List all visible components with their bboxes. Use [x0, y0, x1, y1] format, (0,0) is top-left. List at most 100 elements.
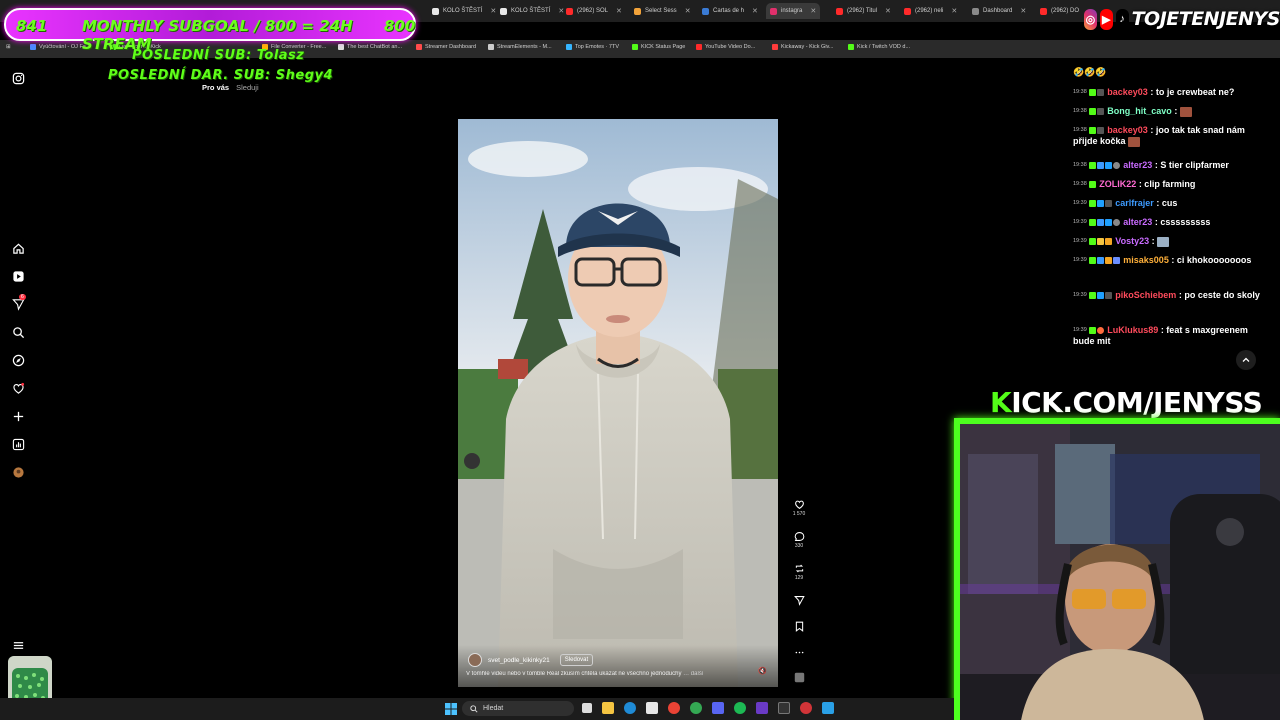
chrome-icon[interactable] — [668, 702, 680, 714]
obs-icon[interactable] — [778, 702, 790, 714]
audio-thumbnail[interactable] — [790, 672, 808, 683]
browser-tab[interactable]: (2962) DO — [1040, 3, 1079, 19]
gift-badge-icon — [1104, 219, 1112, 227]
tab-favicon — [1040, 7, 1047, 15]
browser-tab[interactable]: (2962) SOL ✕ — [566, 3, 622, 19]
edge-browser-icon[interactable] — [624, 702, 636, 714]
tab-favicon — [904, 7, 911, 15]
reel-video[interactable]: svet_podle_kikinky21 Sledovat V tomhle v… — [458, 119, 778, 687]
spotify-icon[interactable] — [734, 702, 746, 714]
bookmark-item[interactable]: KICK Status Page — [632, 44, 685, 50]
chrome-profile-icon[interactable] — [690, 702, 702, 714]
search-icon[interactable] — [11, 325, 25, 339]
reels-icon[interactable] — [11, 269, 25, 283]
apps-grid-icon[interactable]: ⊞ — [6, 44, 11, 50]
close-icon[interactable]: ✕ — [558, 7, 564, 15]
chat-username[interactable]: ZOLIK22 — [1099, 179, 1136, 189]
chat-username[interactable]: Vosty23 — [1115, 236, 1149, 246]
close-icon[interactable]: ✕ — [810, 7, 816, 15]
repost-count: 129 — [794, 575, 804, 581]
menu-hamburger-icon[interactable] — [11, 638, 25, 652]
browser-tab-active[interactable]: instagra ✕ — [766, 3, 821, 19]
dashboard-icon[interactable] — [11, 437, 25, 451]
instagram-logo-icon[interactable] — [11, 71, 25, 85]
chat-username[interactable]: backey03 — [1107, 125, 1148, 135]
chat-text: : — [1151, 236, 1155, 246]
chat-username[interactable]: LuKlukus89 — [1107, 325, 1158, 335]
discord-icon[interactable] — [712, 702, 724, 714]
bookmark-item[interactable]: Streamer Dashboard — [416, 44, 476, 50]
browser-tab[interactable]: Dashboard ✕ — [972, 3, 1026, 19]
close-icon[interactable]: ✕ — [752, 7, 758, 15]
home-icon[interactable] — [11, 241, 25, 255]
browser-tab[interactable]: Cartas de h ✕ — [702, 3, 758, 19]
bookmark-favicon — [30, 44, 36, 50]
account-avatar[interactable] — [468, 653, 482, 667]
close-icon[interactable]: ✕ — [1020, 7, 1026, 15]
close-icon[interactable]: ✕ — [685, 7, 691, 15]
bookmark-item[interactable]: YouTube Video Do... — [696, 44, 755, 50]
explore-icon[interactable] — [11, 353, 25, 367]
chat-message: 19:39 carlfrajer : cus — [1073, 198, 1268, 209]
chat-username[interactable]: alter23 — [1123, 160, 1152, 170]
more-options-button[interactable] — [790, 647, 808, 658]
comment-button[interactable]: 330 — [790, 531, 808, 549]
profile-avatar[interactable] — [11, 465, 25, 479]
mute-icon[interactable]: 🔇 — [758, 667, 767, 675]
like-button[interactable]: 1 570 — [790, 499, 808, 517]
chat-time: 19:39 — [1073, 219, 1087, 226]
browser-tab[interactable]: (2962) neli ✕ — [904, 3, 957, 19]
gift-badge-icon — [1096, 200, 1104, 208]
repost-button[interactable]: 129 — [790, 563, 808, 581]
messages-icon[interactable]: 6 — [11, 294, 26, 311]
kick-badge-icon — [1088, 292, 1096, 300]
browser-tab[interactable]: (2962) Titul ✕ — [836, 3, 891, 19]
chat-username[interactable]: backey03 — [1107, 87, 1148, 97]
bookmark-item[interactable]: StreamElements - M... — [488, 44, 552, 50]
chat-username[interactable]: pikoSchiebem — [1115, 290, 1176, 300]
account-name[interactable]: svet_podle_kikinky21 — [488, 657, 550, 664]
chat-time: 19:39 — [1073, 238, 1087, 245]
file-explorer-icon[interactable] — [602, 702, 614, 714]
tab-label: KOLO ŠTĚSTÍ — [511, 8, 551, 14]
chat-message: 19:38 alter23 : S tier clipfarmer — [1073, 160, 1268, 171]
task-view-icon[interactable] — [582, 703, 592, 713]
caption-more-link[interactable]: … další — [683, 671, 703, 677]
browser-tab[interactable]: Select Sess ✕ — [634, 3, 691, 19]
kick-badge-icon — [1088, 108, 1096, 116]
share-button[interactable] — [790, 595, 808, 606]
close-icon[interactable]: ✕ — [616, 7, 622, 15]
create-plus-icon[interactable] — [11, 409, 25, 423]
windows-start-icon[interactable] — [445, 702, 457, 715]
notifications-heart-icon[interactable] — [11, 381, 25, 395]
scroll-to-top-button[interactable] — [1236, 350, 1256, 370]
chat-username[interactable]: Bong_hit_cavo — [1107, 106, 1172, 116]
tab-for-you[interactable]: Pro vás — [202, 83, 229, 92]
bookmark-favicon — [696, 44, 702, 50]
close-icon[interactable]: ✕ — [885, 7, 891, 15]
bookmark-item[interactable]: Top Emotes · 7TV — [566, 44, 619, 50]
chat-username[interactable]: misaks005 — [1123, 255, 1169, 265]
taskbar-search[interactable]: Hledat — [462, 701, 574, 716]
bookmark-item[interactable]: Kickaway - Kick Giv... — [772, 44, 833, 50]
app-icon[interactable] — [822, 702, 834, 714]
tab-following[interactable]: Sleduji — [236, 83, 259, 92]
chat-message: 19:39 pikoSchiebem : po ceste do skoly — [1073, 290, 1268, 301]
chat-time: 19:38 — [1073, 89, 1087, 96]
store-icon[interactable] — [646, 702, 658, 714]
follow-button[interactable]: Sledovat — [559, 654, 594, 666]
tab-favicon — [972, 7, 979, 15]
browser-tab[interactable]: KOLO ŠTĚSTÍ ✕ — [500, 3, 564, 19]
save-button[interactable] — [790, 621, 808, 632]
send-icon — [793, 596, 805, 606]
browser-tab[interactable]: KOLO ŠTĚSTÍ ✕ — [432, 3, 496, 19]
caption-text: V tomhle videu nebo v tomble Real zkusím… — [466, 671, 682, 677]
kick-badge-icon — [1088, 238, 1096, 246]
chat-username[interactable]: carlfrajer — [1115, 198, 1154, 208]
chat-username[interactable]: alter23 — [1123, 217, 1152, 227]
close-icon[interactable]: ✕ — [951, 7, 957, 15]
app-icon[interactable] — [800, 702, 812, 714]
close-icon[interactable]: ✕ — [490, 7, 496, 15]
bookmark-item[interactable]: Kick / Twitch VOD d... — [848, 44, 910, 50]
app-icon[interactable] — [756, 702, 768, 714]
